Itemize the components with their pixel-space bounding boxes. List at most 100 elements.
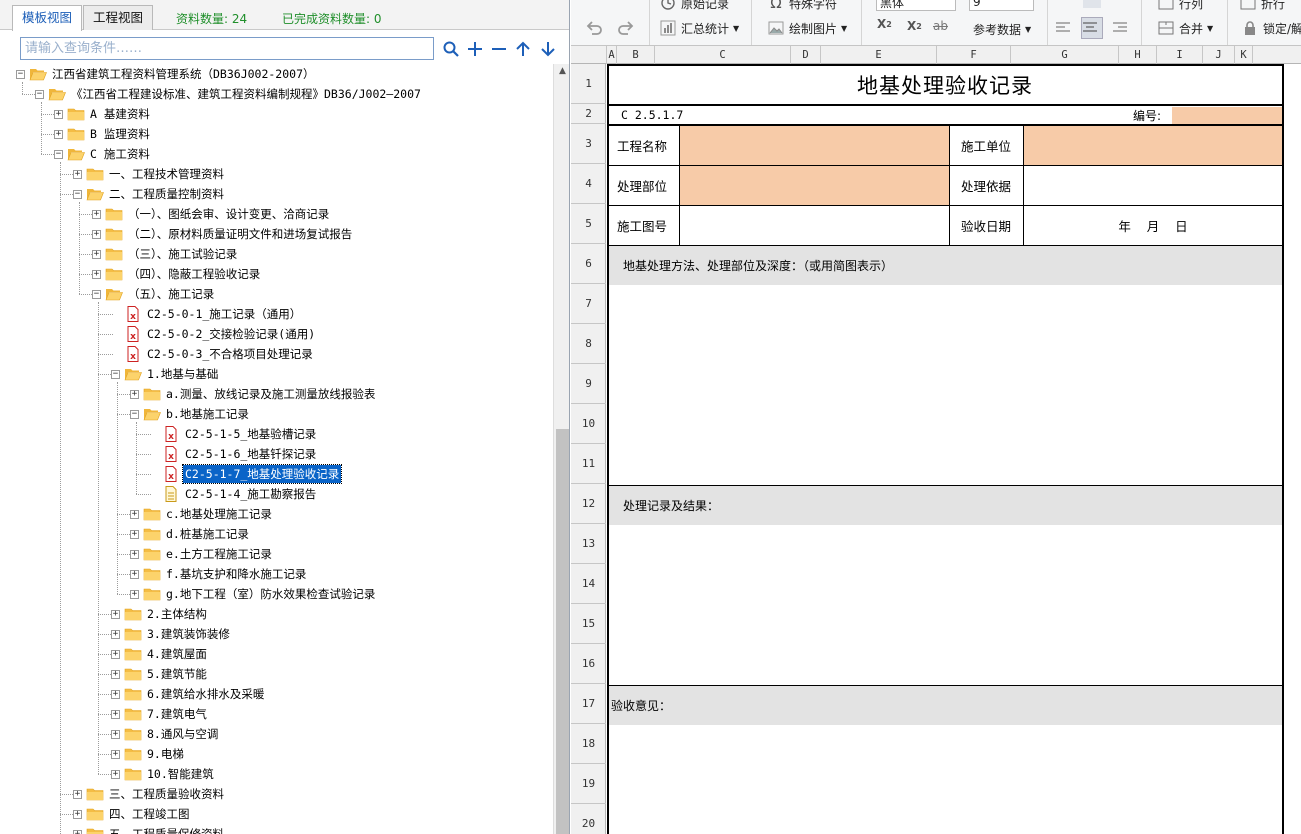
row-header-cell[interactable]: 14	[571, 564, 606, 604]
column-header-cell[interactable]: J	[1203, 46, 1235, 64]
merge-button[interactable]: 合并 ▼	[1157, 19, 1213, 37]
expand-icon[interactable]: +	[111, 669, 120, 679]
tree-item-document[interactable]: x C2-5-0-1_施工记录（通用）	[111, 304, 303, 324]
draw-picture-button[interactable]: 绘制图片 ▼	[767, 19, 847, 37]
reference-data-button[interactable]: 参考数据 ▼	[973, 21, 1031, 38]
expand-icon[interactable]: +	[54, 109, 63, 119]
tree-item-folder[interactable]: +3.建筑装饰装修	[111, 624, 232, 644]
tree-item-folder[interactable]: + d.桩基施工记录	[130, 524, 251, 544]
collapse-icon[interactable]: −	[111, 369, 120, 379]
treatment-part-input[interactable]	[680, 166, 949, 205]
tree-item-folder[interactable]: + g.地下工程（室）防水效果检查试验记录	[130, 584, 377, 604]
column-header-cell[interactable]: K	[1235, 46, 1253, 64]
align-left-button[interactable]	[1054, 19, 1076, 37]
number-input[interactable]	[1172, 107, 1282, 124]
collapse-icon[interactable]: −	[16, 69, 25, 79]
row-header-cell[interactable]: 6	[571, 244, 606, 284]
row-header-cell[interactable]: 17	[571, 684, 606, 724]
tree-item-folder[interactable]: − 江西省建筑工程资料管理系统（DB36J002-2007）	[16, 64, 317, 84]
collapse-icon[interactable]: −	[130, 409, 139, 419]
tree-item-folder[interactable]: + f.基坑支护和降水施工记录	[130, 564, 308, 584]
undo-button[interactable]	[585, 19, 607, 37]
row-header-cell[interactable]: 18	[571, 724, 606, 764]
expand-icon[interactable]: +	[111, 649, 120, 659]
tab-template-view[interactable]: 模板视图	[12, 5, 83, 31]
expand-icon[interactable]: +	[73, 809, 82, 819]
tree-item-folder[interactable]: + a.测量、放线记录及施工测量放线报验表	[130, 384, 377, 404]
expand-icon[interactable]: +	[130, 529, 139, 539]
scrollbar-thumb[interactable]	[556, 429, 569, 834]
row-header-cell[interactable]: 1	[571, 64, 606, 104]
construction-unit-input[interactable]	[1024, 126, 1282, 165]
expand-icon[interactable]: +	[73, 789, 82, 799]
row-header-cell[interactable]: 4	[571, 164, 606, 204]
column-header-cell[interactable]: H	[1119, 46, 1157, 64]
column-header-cell[interactable]: B	[617, 46, 655, 64]
tree-item-folder[interactable]: − （五）、施工记录	[92, 284, 216, 304]
tree-item-folder[interactable]: + 五、工程质量保修资料	[73, 824, 226, 834]
row-header-cell[interactable]: 15	[571, 604, 606, 644]
tree-item-folder[interactable]: +2.主体结构	[111, 604, 209, 624]
search-input[interactable]	[20, 37, 434, 60]
move-down-button[interactable]	[538, 38, 558, 60]
column-header-cell[interactable]: A	[607, 46, 617, 64]
row-header-cell[interactable]: 8	[571, 324, 606, 364]
tree-item-document[interactable]: x C2-5-0-2_交接检验记录(通用)	[111, 324, 317, 344]
tree-item-folder[interactable]: +6.建筑给水排水及采暖	[111, 684, 266, 704]
row-header-cell[interactable]: 2	[571, 104, 606, 124]
row-header-cell[interactable]: 9	[571, 364, 606, 404]
tree-item-folder[interactable]: + （四）、隐蔽工程验收记录	[92, 264, 262, 284]
opinion-content-area[interactable]	[607, 726, 1282, 834]
tree-item-folder[interactable]: + （一）、图纸会审、设计变更、洽商记录	[92, 204, 331, 224]
tree-item-folder[interactable]: + 三、工程质量验收资料	[73, 784, 226, 804]
tree-item-folder[interactable]: +8.通风与空调	[111, 724, 220, 744]
column-header-cell[interactable]: G	[1011, 46, 1119, 64]
expand-icon[interactable]: +	[92, 209, 101, 219]
move-up-button[interactable]	[513, 38, 533, 60]
column-header-cell[interactable]: D	[791, 46, 821, 64]
font-size-select[interactable]: 9	[969, 0, 1034, 11]
row-header-cell[interactable]: 13	[571, 524, 606, 564]
collapse-icon[interactable]: −	[73, 189, 82, 199]
column-header-cell[interactable]: F	[937, 46, 1011, 64]
expand-icon[interactable]: +	[111, 709, 120, 719]
tree-item-document[interactable]: x C2-5-1-6_地基钎探记录	[149, 444, 318, 464]
tree-item-folder[interactable]: − 《江西省工程建设标准、建筑工程资料编制规程》DB36/J002—2007	[35, 84, 423, 104]
row-header-cell[interactable]: 12	[571, 484, 606, 524]
rows-cols-button[interactable]: 行列	[1157, 0, 1203, 12]
tree-item-folder[interactable]: − b.地基施工记录	[130, 404, 251, 424]
font-family-select[interactable]: 黑体	[876, 0, 956, 11]
redo-button[interactable]	[617, 19, 639, 37]
row-header-cell[interactable]: 19	[571, 764, 606, 804]
tab-project-view[interactable]: 工程视图	[83, 5, 154, 30]
superscript-button[interactable]: X2	[877, 17, 892, 31]
tree-item-folder[interactable]: + （三）、施工试验记录	[92, 244, 239, 264]
row-header-cell[interactable]: 11	[571, 444, 606, 484]
expand-icon[interactable]: +	[111, 749, 120, 759]
align-right-button[interactable]	[1111, 19, 1133, 37]
method-content-area[interactable]	[607, 286, 1282, 485]
column-header-cell[interactable]: I	[1157, 46, 1203, 64]
tree-item-folder[interactable]: +9.电梯	[111, 744, 186, 764]
expand-icon[interactable]: +	[54, 129, 63, 139]
tree-item-folder[interactable]: +4.建筑屋面	[111, 644, 209, 664]
expand-icon[interactable]: +	[130, 389, 139, 399]
collapse-icon[interactable]: −	[92, 289, 101, 299]
expand-icon[interactable]: +	[130, 589, 139, 599]
add-button[interactable]	[465, 38, 485, 60]
tree-item-folder[interactable]: + 一、工程技术管理资料	[73, 164, 226, 184]
wrap-button[interactable]: 折行	[1239, 0, 1285, 12]
tree-item-folder[interactable]: − 二、工程质量控制资料	[73, 184, 226, 204]
row-header-cell[interactable]: 16	[571, 644, 606, 684]
result-content-area[interactable]	[607, 526, 1282, 685]
expand-icon[interactable]: +	[130, 509, 139, 519]
acceptance-date-input[interactable]: 年 月 日	[1024, 206, 1282, 245]
row-header-cell[interactable]: 20	[571, 804, 606, 834]
align-center-button[interactable]	[1081, 17, 1103, 39]
tree-item-folder[interactable]: + e.土方工程施工记录	[130, 544, 274, 564]
tree-scrollbar[interactable]: ▲	[553, 64, 569, 834]
summary-stats-button[interactable]: 汇总统计 ▼	[659, 19, 739, 37]
treatment-basis-input[interactable]	[1024, 166, 1282, 205]
expand-icon[interactable]: +	[111, 729, 120, 739]
original-record-button[interactable]: 原始记录	[659, 0, 729, 12]
